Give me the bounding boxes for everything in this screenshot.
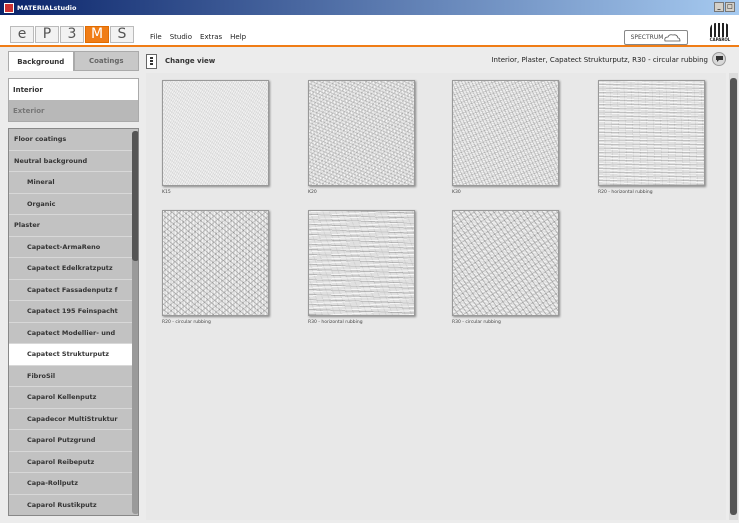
swatch-card[interactable]: R20 - horizontal rubbing [598, 80, 705, 195]
caparol-mark-icon [710, 23, 730, 37]
category-item[interactable]: Mineral [9, 172, 138, 194]
window-title-bar: MATERIALstudio _ □ [0, 0, 739, 15]
swatch-image[interactable] [162, 80, 269, 186]
window-controls: _ □ [714, 2, 735, 12]
minimize-button[interactable]: _ [714, 2, 724, 12]
main-scrollbar[interactable] [729, 73, 738, 520]
logo-tile-e[interactable]: e [10, 26, 34, 43]
category-list: Floor coatings Neutral background Minera… [8, 128, 139, 516]
change-view-label[interactable]: Change view [165, 57, 215, 65]
swatch-label: R30 - circular rubbing [452, 320, 501, 325]
swatch-image[interactable] [598, 80, 705, 186]
category-item[interactable]: FibroSil [9, 365, 138, 387]
category-item[interactable]: Floor coatings [9, 129, 138, 151]
spectrum-label: SPECTRUM [630, 34, 664, 41]
swatch-label: K20 [308, 190, 317, 195]
spectrum-button[interactable]: SPECTRUM [624, 30, 688, 45]
category-scrollbar[interactable] [132, 131, 138, 514]
main-scrollbar-thumb[interactable] [730, 78, 737, 515]
environment-list: Interior Exterior [8, 78, 139, 122]
category-item[interactable]: Capa-Rollputz [9, 473, 138, 495]
swatch-card[interactable]: R30 - circular rubbing [452, 210, 559, 325]
category-item[interactable]: Plaster [9, 215, 138, 237]
category-item[interactable]: Caparol Putzgrund [9, 430, 138, 452]
swatch-card[interactable]: R30 - horizontal rubbing [308, 210, 415, 325]
swatch-label: R30 - horizontal rubbing [308, 320, 363, 325]
category-item-selected[interactable]: Capatect Strukturputz [9, 344, 138, 366]
swatch-image[interactable] [308, 210, 415, 316]
menu-bar: File Studio Extras Help [150, 33, 246, 41]
category-scrollbar-thumb[interactable] [132, 131, 138, 261]
logo-tile-3[interactable]: 3 [60, 26, 84, 43]
menu-extras[interactable]: Extras [200, 33, 222, 41]
left-panel: Background Coatings Interior Exterior Fl… [8, 51, 139, 520]
comment-button[interactable] [712, 52, 726, 66]
caparol-wordmark: CAPAROL [709, 37, 731, 42]
category-item[interactable]: Capatect Edelkratzputz [9, 258, 138, 280]
category-item[interactable]: Caparol Kellenputz [9, 387, 138, 409]
swatch-label: R20 - horizontal rubbing [598, 190, 653, 195]
cloud-icon [664, 34, 681, 42]
app-icon [4, 2, 14, 13]
category-item[interactable]: Capatect-ArmaReno [9, 236, 138, 258]
swatch-image[interactable] [162, 210, 269, 316]
swatch-image[interactable] [452, 210, 559, 316]
swatch-card[interactable]: K15 [162, 80, 269, 195]
menu-file[interactable]: File [150, 33, 162, 41]
category-item[interactable]: Organic [9, 193, 138, 215]
top-bar: e P 3 M S File Studio Extras Help SPECTR… [0, 15, 739, 47]
category-item[interactable]: Capatect 195 Feinspacht [9, 301, 138, 323]
category-item[interactable]: Caparol Reibeputz [9, 451, 138, 473]
maximize-button[interactable]: □ [725, 2, 735, 12]
menu-help[interactable]: Help [230, 33, 246, 41]
window-title: MATERIALstudio [17, 3, 77, 12]
change-view-icon[interactable] [146, 53, 157, 69]
tab-coatings[interactable]: Coatings [73, 51, 139, 71]
logo-tile-m[interactable]: M [85, 26, 109, 43]
category-item[interactable]: Capatect Fassadenputz f [9, 279, 138, 301]
tab-background[interactable]: Background [8, 51, 74, 71]
breadcrumb: Interior, Plaster, Capatect Strukturputz… [491, 56, 708, 64]
category-item[interactable]: Neutral background [9, 150, 138, 172]
swatch-image[interactable] [452, 80, 559, 186]
menu-studio[interactable]: Studio [170, 33, 192, 41]
category-item[interactable]: Caparol Rustikputz [9, 494, 138, 515]
swatch-label: R20 - circular rubbing [162, 320, 211, 325]
speech-bubble-icon [715, 56, 723, 62]
caparol-logo: CAPAROL [707, 23, 733, 45]
category-item[interactable]: Capatect Modellier- und [9, 322, 138, 344]
logo-tile-p[interactable]: P [35, 26, 59, 43]
left-tabs: Background Coatings [8, 51, 139, 71]
swatch-grid: K15 K20 K30 R20 - horizontal rubbing R20… [146, 73, 726, 520]
env-interior[interactable]: Interior [9, 79, 138, 100]
app-logo: e P 3 M S [10, 26, 134, 43]
swatch-label: K15 [162, 190, 171, 195]
swatch-label: K30 [452, 190, 461, 195]
swatch-card[interactable]: K20 [308, 80, 415, 195]
category-item[interactable]: Capadecor MultiStruktur [9, 408, 138, 430]
swatch-card[interactable]: K30 [452, 80, 559, 195]
logo-tile-s[interactable]: S [110, 26, 134, 43]
main-header: Change view Interior, Plaster, Capatect … [146, 51, 726, 71]
swatch-image[interactable] [308, 80, 415, 186]
env-exterior[interactable]: Exterior [9, 100, 138, 121]
swatch-card[interactable]: R20 - circular rubbing [162, 210, 269, 325]
